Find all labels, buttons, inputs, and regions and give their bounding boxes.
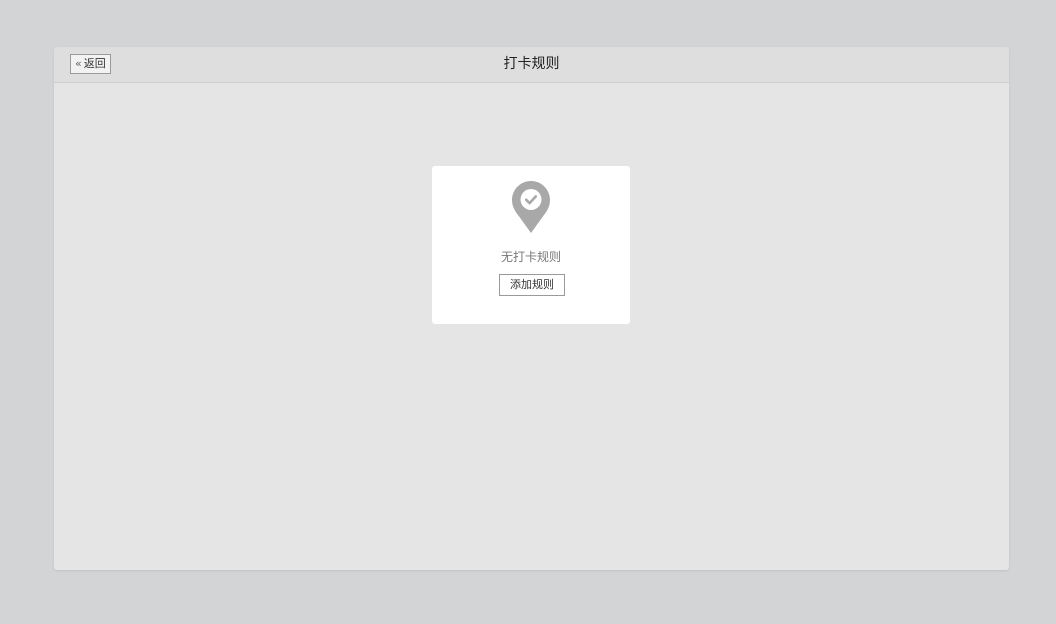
empty-state-message: 无打卡规则 [500,250,561,264]
header-bar: « 返回 打卡规则 [54,47,1009,83]
empty-state-card: 无打卡规则 添加规则 [432,166,630,324]
add-rule-button[interactable]: 添加规则 [499,274,565,296]
location-check-icon [512,181,550,233]
main-panel: « 返回 打卡规则 无打卡规则 添加规则 [54,47,1009,570]
page-title: 打卡规则 [503,56,560,72]
